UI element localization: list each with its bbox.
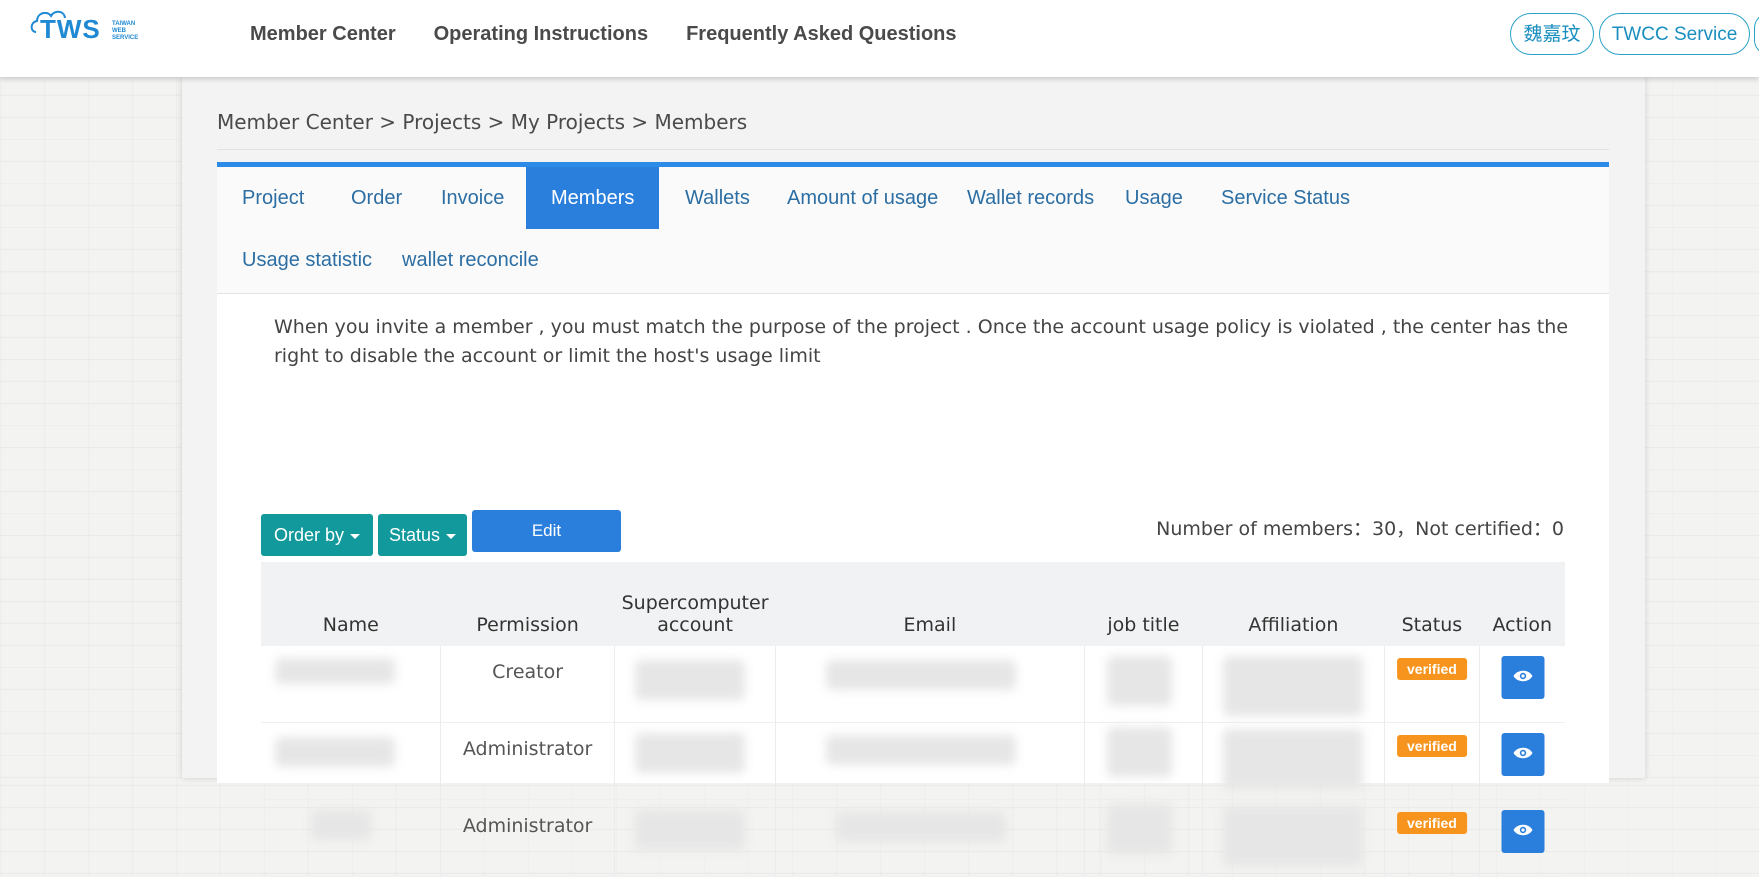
nav-operating-instructions[interactable]: Operating Instructions [434,23,648,46]
tab-amount-of-usage[interactable]: Amount of usage [762,167,963,229]
twcc-service-button[interactable]: TWCC Service [1599,13,1750,55]
top-navigation-bar: TWS TAIWAN WEB SERVICE Member Center Ope… [0,0,1759,77]
column-action[interactable]: Action [1479,562,1565,646]
members-table: Name Permission Supercomputer account Em… [261,562,1565,877]
column-email[interactable]: Email [775,562,1085,646]
view-member-button[interactable] [1501,810,1545,853]
caret-down-icon [350,533,361,539]
permission-cell: Creator [440,646,616,723]
breadcrumb-divider [217,149,1609,150]
action-cell [1479,722,1565,800]
tws-logo[interactable]: TWS TAIWAN WEB SERVICE [30,6,150,50]
action-cell [1479,646,1565,723]
email-cell [775,799,1085,877]
tab-bar: Project Order Invoice Members Wallets Am… [217,167,1609,294]
members-panel: Project Order Invoice Members Wallets Am… [217,162,1609,877]
order-by-dropdown[interactable]: Order by [261,514,373,556]
name-cell [261,646,442,723]
eye-icon [1513,824,1533,836]
member-count: Number of members：30，Not certified：0 [1156,518,1564,540]
affiliation-cell [1202,799,1385,877]
permission-cell: Administrator [440,722,616,800]
account-cell [614,722,776,800]
tab-wallets[interactable]: Wallets [660,167,775,229]
eye-icon [1513,670,1533,682]
tab-order[interactable]: Order [326,167,427,229]
extra-header-button[interactable] [1754,13,1759,55]
main-card: Member Center > Projects > My Projects >… [182,77,1645,877]
eye-icon [1513,747,1533,759]
column-permission[interactable]: Permission [440,562,615,646]
column-name[interactable]: Name [261,562,441,646]
account-cell [614,646,776,723]
status-cell: verified [1384,646,1481,723]
table-header-row: Name Permission Supercomputer account Em… [261,562,1565,646]
status-badge: verified [1397,735,1467,757]
status-badge: verified [1397,812,1467,834]
usage-policy-notice: When you invite a member , you must matc… [274,316,1569,367]
column-status[interactable]: Status [1384,562,1480,646]
user-button[interactable]: 魏嘉玟 [1510,13,1594,55]
status-cell: verified [1384,722,1481,800]
tab-usage[interactable]: Usage [1100,167,1208,229]
view-member-button[interactable] [1501,733,1545,776]
affiliation-cell [1202,646,1385,723]
tab-members[interactable]: Members [526,167,660,229]
status-badge: verified [1397,658,1467,680]
table-row: Creator verified [261,646,1565,723]
status-cell: verified [1384,799,1481,877]
name-cell [261,799,442,877]
account-cell [614,799,776,877]
table-row: Administrator verified [261,722,1565,800]
tab-invoice[interactable]: Invoice [416,167,529,229]
job-title-cell [1084,722,1204,800]
tab-project[interactable]: Project [217,167,329,229]
affiliation-cell [1202,722,1385,800]
nav-faq[interactable]: Frequently Asked Questions [686,23,956,46]
action-cell [1479,799,1565,877]
column-job-title[interactable]: job title [1084,562,1203,646]
logo-subtitle: TAIWAN WEB SERVICE [112,21,139,41]
edit-button[interactable]: Edit [472,510,621,552]
job-title-cell [1084,799,1204,877]
caret-down-icon [446,533,457,539]
nav-member-center[interactable]: Member Center [250,23,396,46]
tab-service-status[interactable]: Service Status [1196,167,1375,229]
table-row: Administrator verified [261,799,1565,877]
view-member-button[interactable] [1501,656,1545,699]
column-affiliation[interactable]: Affiliation [1202,562,1385,646]
job-title-cell [1084,646,1204,723]
email-cell [775,722,1085,800]
tab-usage-statistic[interactable]: Usage statistic [217,229,397,291]
breadcrumb: Member Center > Projects > My Projects >… [217,110,748,134]
permission-cell: Administrator [440,799,616,877]
name-cell [261,722,442,800]
status-dropdown[interactable]: Status [378,514,467,556]
email-cell [775,646,1085,723]
column-supercomputer-account[interactable]: Supercomputer account [614,562,776,646]
tab-wallet-reconcile[interactable]: wallet reconcile [377,229,564,291]
main-nav: Member Center Operating Instructions Fre… [250,23,995,46]
tab-wallet-records[interactable]: Wallet records [942,167,1119,229]
logo-text: TWS [40,14,101,44]
